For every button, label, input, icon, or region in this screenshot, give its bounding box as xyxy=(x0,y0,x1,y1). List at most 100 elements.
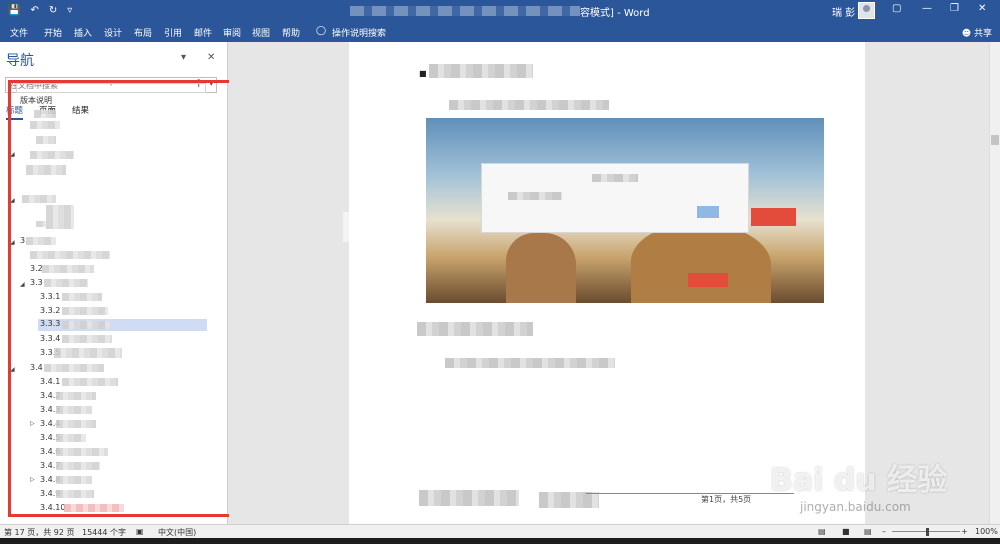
redo-icon[interactable]: ↻ xyxy=(49,4,57,18)
blurred-heading xyxy=(34,110,56,118)
tree-item-3-4[interactable]: 3.4 xyxy=(30,363,43,372)
tab-help[interactable]: 帮助 xyxy=(282,26,300,39)
document-page[interactable]: ■ 第1页，共5页 xyxy=(349,42,865,524)
blurred-heading xyxy=(62,335,112,343)
footer-page-number: 第1页，共5页 xyxy=(701,495,752,504)
collapse-triangle-icon[interactable]: ◢ xyxy=(10,151,15,158)
tree-item-3-3[interactable]: 3.3 xyxy=(30,278,43,287)
tree-item-3-4-10[interactable]: 3.4.10 xyxy=(40,503,65,512)
status-word-count[interactable]: 15444 个字 xyxy=(82,527,126,538)
embedded-screenshot-image[interactable] xyxy=(426,118,824,303)
collapse-triangle-icon[interactable]: ◢ xyxy=(10,366,15,373)
baidu-watermark-logo: Bai du 经验 xyxy=(770,463,948,498)
user-name[interactable]: 瑞 彭 xyxy=(832,4,855,19)
scrollbar-thumb[interactable] xyxy=(991,135,999,145)
blurred-heading xyxy=(42,265,94,273)
blurred-heading xyxy=(56,462,100,470)
close-icon[interactable]: ✕ xyxy=(978,3,986,14)
blurred-heading xyxy=(44,364,104,372)
ribbon-tabs: 文件 开始 插入 设计 布局 引用 邮件 审阅 视图 帮助 ◯ 操作说明搜索 ☻… xyxy=(0,22,1000,42)
undo-icon[interactable]: ↶ xyxy=(30,4,38,18)
tell-me-search[interactable]: 操作说明搜索 xyxy=(332,26,386,39)
minimize-icon[interactable]: — xyxy=(922,3,932,14)
tab-review[interactable]: 审阅 xyxy=(223,26,241,39)
blurred-heading xyxy=(62,378,118,386)
blurred-heading xyxy=(62,293,102,301)
baidu-watermark-url: jingyan.baidu.com xyxy=(800,500,911,514)
search-dropdown-icon[interactable]: ▾ xyxy=(209,80,213,88)
expand-triangle-icon[interactable]: ▷ xyxy=(30,420,35,427)
collapse-triangle-icon[interactable]: ◢ xyxy=(10,239,15,246)
rock-shape xyxy=(506,233,576,303)
blurred-text xyxy=(445,358,615,368)
tree-item-3-3-1[interactable]: 3.3.1 xyxy=(40,292,60,301)
dialog-button xyxy=(697,206,719,218)
rock-shape xyxy=(631,223,771,303)
blurred-heading xyxy=(30,121,60,129)
tab-references[interactable]: 引用 xyxy=(164,26,182,39)
read-mode-icon[interactable]: ▤ xyxy=(818,527,826,536)
blurred-heading xyxy=(56,406,92,414)
zoom-slider-knob[interactable] xyxy=(926,528,929,536)
share-button[interactable]: ☻ 共享 xyxy=(962,26,992,39)
save-icon[interactable]: 💾 xyxy=(8,4,20,18)
tree-item-3-3-2[interactable]: 3.3.2 xyxy=(40,306,60,315)
status-page-count[interactable]: 第 17 页，共 92 页 xyxy=(4,527,75,538)
nav-options-icon[interactable]: ▾ xyxy=(181,52,186,63)
vertical-scrollbar[interactable] xyxy=(989,42,1000,524)
blurred-text xyxy=(508,192,562,200)
avatar[interactable] xyxy=(858,2,875,19)
collapse-triangle-icon[interactable]: ◢ xyxy=(10,197,15,204)
web-layout-icon[interactable]: ▤ xyxy=(864,527,872,536)
tab-mailings[interactable]: 邮件 xyxy=(194,26,212,39)
zoom-in-icon[interactable]: + xyxy=(961,527,968,536)
nav-tab-headings[interactable]: 标题 xyxy=(6,104,24,120)
blurred-heading xyxy=(64,504,124,512)
blurred-text xyxy=(419,490,519,506)
blurred-heading xyxy=(54,348,122,358)
tree-item-3-2[interactable]: 3.2 xyxy=(30,264,43,273)
blurred-text xyxy=(592,174,638,182)
blurred-text xyxy=(429,64,533,78)
print-layout-icon[interactable]: ■ xyxy=(842,527,850,536)
status-language[interactable]: 中文(中国) xyxy=(158,527,196,538)
nav-tab-results[interactable]: 结果 xyxy=(72,104,89,120)
zoom-out-icon[interactable]: – xyxy=(882,527,886,536)
tree-item-3-3-4[interactable]: 3.3.4 xyxy=(40,334,60,343)
restore-icon[interactable]: ❐ xyxy=(950,3,959,14)
blurred-heading xyxy=(36,136,56,144)
tab-insert[interactable]: 插入 xyxy=(74,26,92,39)
tree-item-version[interactable]: 版本说明 xyxy=(20,95,52,106)
blurred-heading xyxy=(44,279,88,287)
tab-view[interactable]: 视图 xyxy=(252,26,270,39)
os-taskbar xyxy=(0,538,1000,544)
zoom-level[interactable]: 100% xyxy=(975,527,998,536)
tab-design[interactable]: 设计 xyxy=(104,26,122,39)
lightbulb-icon[interactable]: ◯ xyxy=(316,26,326,36)
customize-qat-icon[interactable]: ▿ xyxy=(67,4,72,18)
title-bar: 💾 ↶ ↻ ▿ 容模式] - Word 瑞 彭 ▢ — ❐ ✕ xyxy=(0,0,1000,22)
blurred-heading xyxy=(30,251,110,259)
blurred-heading xyxy=(22,195,56,203)
bullet-icon: ■ xyxy=(419,69,427,78)
proofing-icon[interactable]: ▣ xyxy=(136,527,144,536)
blurred-heading xyxy=(26,237,56,245)
expand-triangle-icon[interactable]: ▷ xyxy=(30,476,35,483)
collapse-all-bar[interactable]: ˇ xyxy=(16,83,206,93)
blurred-heading xyxy=(56,420,96,428)
blurred-heading xyxy=(62,307,108,315)
nav-close-icon[interactable]: ✕ xyxy=(207,52,215,63)
blurred-heading xyxy=(56,434,86,442)
quick-access-toolbar: 💾 ↶ ↻ ▿ xyxy=(8,4,72,18)
blurred-heading xyxy=(62,321,110,329)
tab-home[interactable]: 开始 xyxy=(44,26,62,39)
tab-layout[interactable]: 布局 xyxy=(134,26,152,39)
person-icon: ☻ xyxy=(961,29,972,39)
blurred-heading xyxy=(36,221,46,227)
tree-item-3-4-1[interactable]: 3.4.1 xyxy=(40,377,60,386)
status-bar: 第 17 页，共 92 页 15444 个字 ▣ 中文(中国) ▤ ■ ▤ – … xyxy=(0,524,1000,538)
document-area: ■ 第1页，共5页 xyxy=(229,42,989,524)
collapse-triangle-icon[interactable]: ◢ xyxy=(20,281,25,288)
ribbon-display-options-icon[interactable]: ▢ xyxy=(892,3,901,14)
tab-file[interactable]: 文件 xyxy=(10,26,28,39)
